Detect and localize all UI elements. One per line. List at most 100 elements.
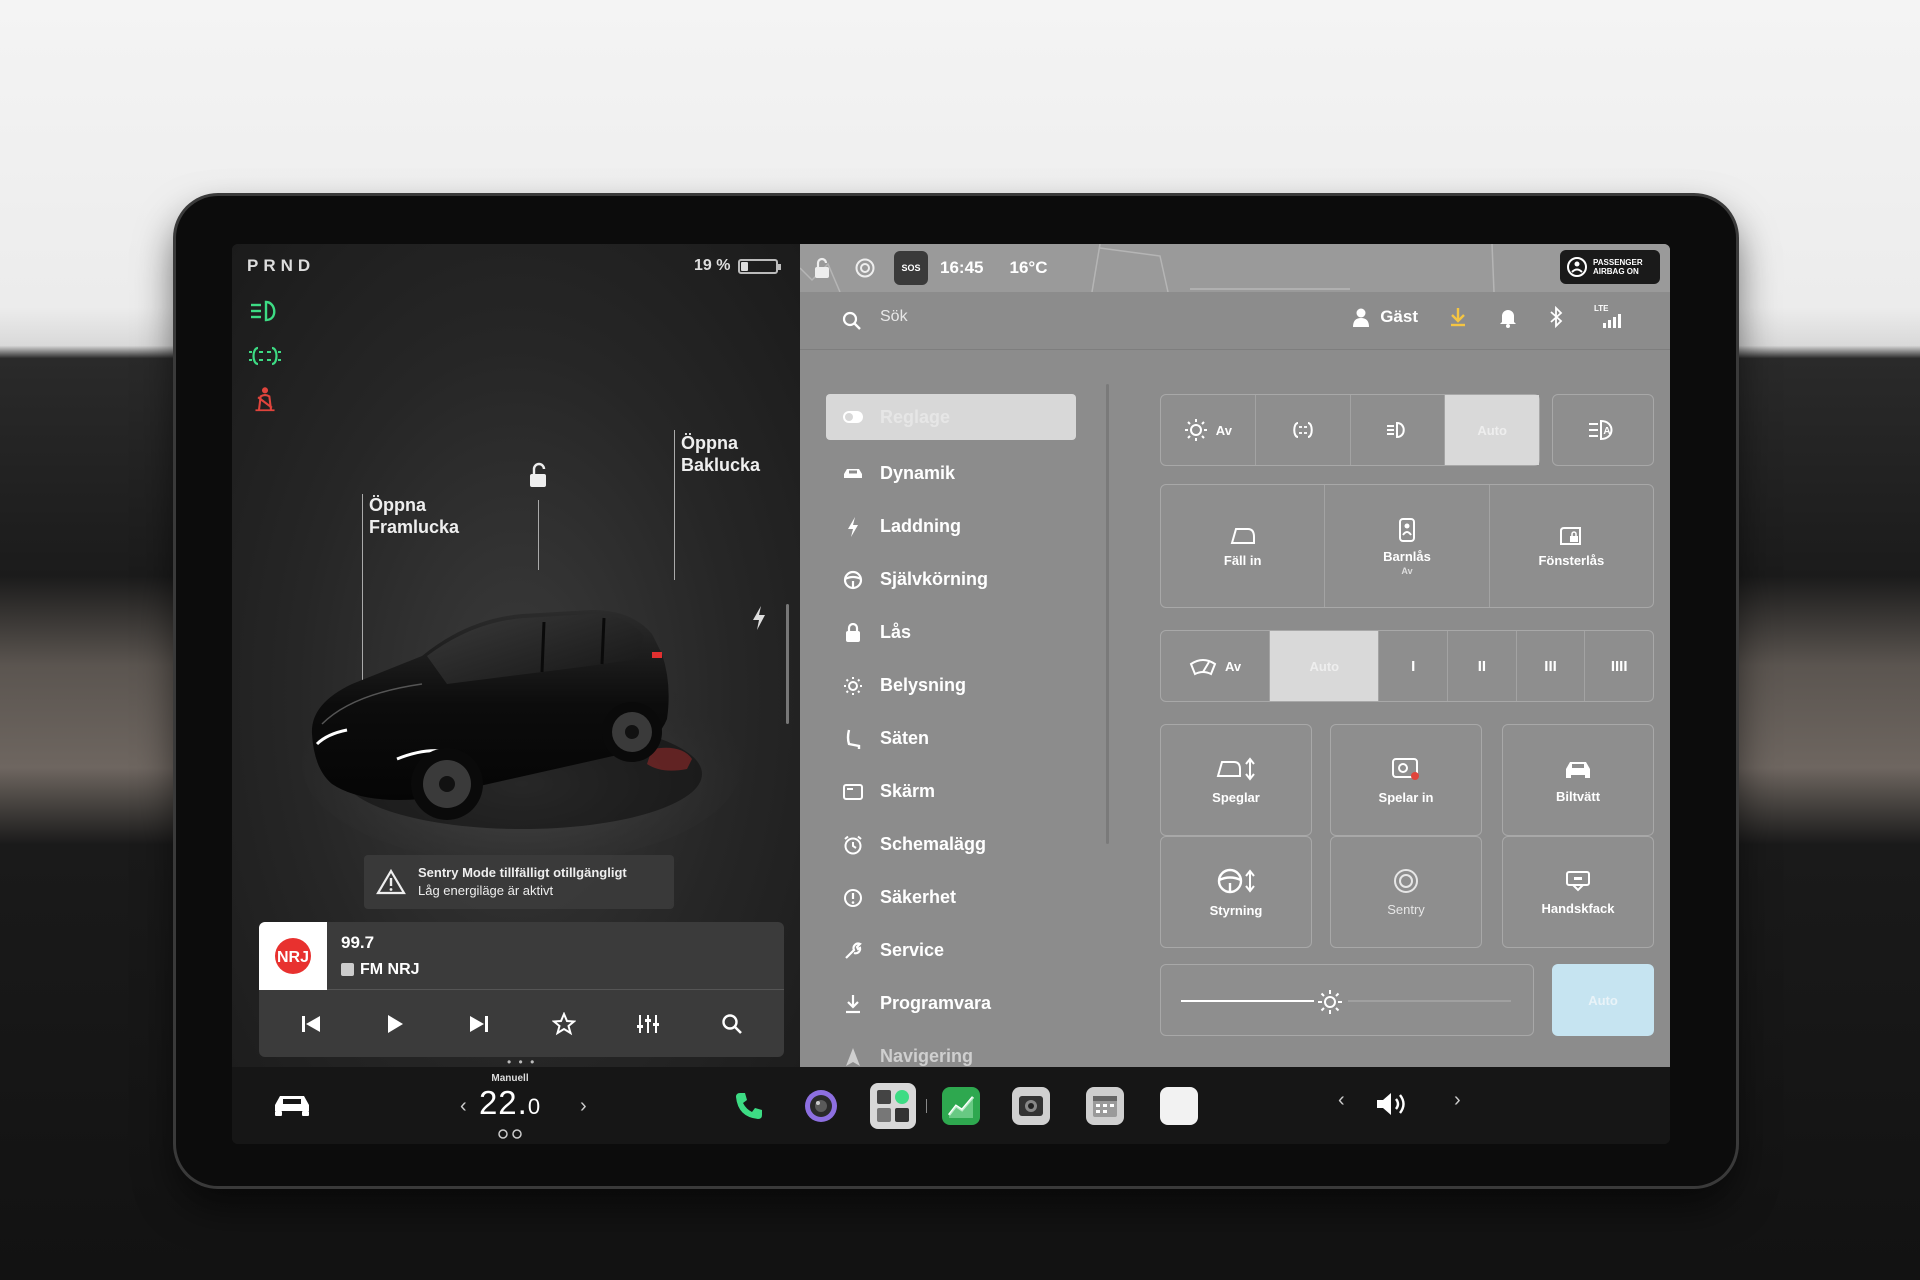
bolt-icon: [842, 516, 864, 538]
wipers-auto-button[interactable]: Auto: [1270, 631, 1380, 701]
glovebox-button[interactable]: Handskfack: [1502, 836, 1654, 948]
clock-icon: [842, 834, 864, 856]
nav-item-3[interactable]: Självkörning: [826, 553, 1076, 606]
search-input[interactable]: [880, 308, 1080, 326]
dock-divider: [926, 1099, 927, 1113]
sentry-status-icon[interactable]: [854, 257, 876, 279]
equalizer-button[interactable]: [628, 1004, 668, 1044]
sentry-button[interactable]: Sentry: [1330, 836, 1482, 948]
wipers-off-label: Av: [1225, 658, 1242, 674]
sentry-icon: [1394, 868, 1418, 893]
brightness-slider[interactable]: [1160, 964, 1534, 1036]
wipers-off-button[interactable]: Av: [1161, 631, 1271, 701]
nav-item-5[interactable]: Belysning: [826, 659, 1076, 712]
nav-item-7[interactable]: Skärm: [826, 765, 1076, 818]
open-rear-trunk-button[interactable]: Öppna Baklucka: [681, 432, 760, 476]
airbag-icon: [1567, 257, 1587, 277]
record-button[interactable]: Spelar in: [1330, 724, 1482, 836]
wipers-speed-1-button[interactable]: I: [1379, 631, 1449, 701]
seatbelt-warning-icon: [255, 387, 275, 412]
rear-trunk-label-2: Baklucka: [681, 455, 761, 475]
nav-item-4[interactable]: Lås: [826, 606, 1076, 659]
clock: 16:45: [940, 258, 984, 277]
steering-wheel-icon: [1217, 868, 1255, 893]
wipers-speed-4-button[interactable]: IIII: [1585, 631, 1653, 701]
auto-high-beam-button[interactable]: A: [1552, 394, 1654, 466]
headlight-icon: [251, 300, 276, 322]
car-icon[interactable]: [272, 1091, 312, 1119]
display-icon: [842, 781, 864, 803]
calendar-app[interactable]: [1086, 1087, 1124, 1125]
toybox-app[interactable]: [870, 1083, 916, 1129]
sos-button[interactable]: SOS: [894, 251, 928, 285]
unlocked-status-icon[interactable]: [812, 257, 832, 279]
volume-up-button[interactable]: ›: [1454, 1089, 1461, 1112]
carwash-button[interactable]: Biltvätt: [1502, 724, 1654, 836]
front-trunk-label-1: Öppna: [369, 495, 426, 515]
nav-item-label: Säkerhet: [880, 887, 957, 907]
temp-up-button[interactable]: ›: [580, 1095, 587, 1118]
dashcam-app[interactable]: [1012, 1087, 1050, 1125]
nav-item-1[interactable]: Dynamik: [826, 447, 1076, 500]
dashcam-icon: [1392, 757, 1419, 780]
nav-item-0[interactable]: Reglage: [826, 394, 1076, 440]
lights-off-label: Av: [1215, 422, 1232, 438]
profile-button[interactable]: Gäst: [1352, 307, 1418, 327]
volume-down-button[interactable]: ‹: [1338, 1089, 1345, 1112]
nav-item-11[interactable]: Programvara: [826, 977, 1076, 1030]
next-track-button[interactable]: [459, 1004, 499, 1044]
wipers-speed-2-button[interactable]: II: [1448, 631, 1517, 701]
media-search-button[interactable]: [712, 1004, 752, 1044]
bell-icon[interactable]: [1498, 306, 1518, 328]
child-lock-button[interactable]: Barnlås Av: [1325, 485, 1490, 607]
parking-lights-button[interactable]: [1256, 395, 1351, 465]
nav-item-label: Skärm: [880, 781, 936, 801]
download-icon[interactable]: [1448, 306, 1468, 328]
blank-app[interactable]: [1160, 1087, 1198, 1125]
bluetooth-icon[interactable]: [1548, 306, 1564, 328]
nav-item-label: Service: [880, 940, 945, 960]
nav-item-6[interactable]: Säten: [826, 712, 1076, 765]
sun-icon: [842, 675, 864, 697]
play-button[interactable]: [375, 1004, 415, 1044]
station-name: FM NRJ: [360, 960, 420, 978]
nav-item-10[interactable]: Service: [826, 924, 1076, 977]
wiper-control: Av Auto I II III IIII: [1160, 630, 1654, 702]
lights-auto-label: Auto: [1477, 422, 1507, 438]
volume-icon[interactable]: [1374, 1089, 1412, 1119]
download-icon: [842, 993, 864, 1015]
camera-app[interactable]: [802, 1087, 840, 1125]
charge-port-icon[interactable]: [750, 605, 768, 631]
station-logo: NRJ: [259, 922, 327, 990]
seat-heater-icon[interactable]: [495, 1129, 525, 1141]
brightness-auto-button[interactable]: Auto: [1552, 964, 1654, 1036]
nav-item-2[interactable]: Laddning: [826, 500, 1076, 553]
svg-text:A: A: [1603, 426, 1610, 437]
sos-label: SOS: [901, 263, 921, 273]
lte-signal-icon: LTE: [1594, 304, 1624, 328]
nav-item-9[interactable]: Säkerhet: [826, 871, 1076, 924]
lights-off-button[interactable]: Av: [1161, 395, 1256, 465]
lights-auto-button[interactable]: Auto: [1445, 395, 1539, 465]
car-model-image: [302, 610, 742, 864]
fold-mirrors-button[interactable]: Fäll in: [1161, 485, 1326, 607]
low-beam-button[interactable]: [1351, 395, 1446, 465]
seat-icon: [842, 728, 864, 750]
star-icon: [551, 1011, 576, 1035]
energy-app[interactable]: [942, 1087, 980, 1125]
more-indicator: • • •: [507, 1055, 537, 1069]
phone-app[interactable]: [730, 1087, 768, 1125]
favorite-button[interactable]: [544, 1004, 584, 1044]
open-front-trunk-button[interactable]: Öppna Framlucka: [369, 494, 459, 538]
window-lock-button[interactable]: Fönsterlås: [1490, 485, 1653, 607]
previous-track-button[interactable]: [291, 1004, 331, 1044]
window-lock-icon: [1560, 526, 1582, 545]
steering-adjust-button[interactable]: Styrning: [1160, 836, 1312, 948]
mirrors-adjust-button[interactable]: Speglar: [1160, 724, 1312, 836]
nav-scrollbar[interactable]: [1106, 384, 1109, 844]
unlock-icon[interactable]: [526, 462, 552, 490]
car-view-scrollbar[interactable]: [786, 604, 789, 724]
nav-item-8[interactable]: Schemalägg: [826, 818, 1076, 871]
brightness-sun-icon[interactable]: [1317, 989, 1343, 1015]
wipers-speed-3-button[interactable]: III: [1517, 631, 1586, 701]
